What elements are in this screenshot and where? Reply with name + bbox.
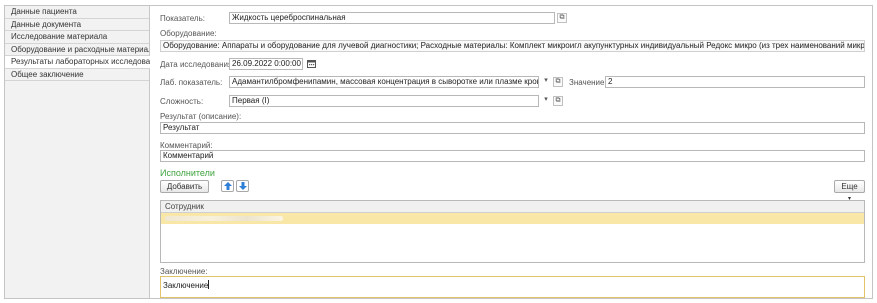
- lab-indicator-field[interactable]: Адамантилбромфенипамин, массовая концент…: [229, 76, 539, 88]
- complexity-label: Сложность:: [160, 97, 204, 106]
- nav-item-equipment[interactable]: Оборудование и расходные материалы: [5, 44, 149, 56]
- lab-indicator-open-form-icon[interactable]: ⧉: [553, 77, 563, 87]
- nav-item-patient-data[interactable]: Данные пациента: [5, 6, 149, 19]
- document-form: Данные пациента Данные документа Исследо…: [4, 5, 873, 299]
- more-button[interactable]: Еще ▾: [834, 180, 865, 202]
- indicator-label: Показатель:: [160, 14, 205, 23]
- move-up-button[interactable]: [221, 180, 234, 192]
- value-field[interactable]: 2: [605, 76, 865, 88]
- conclusion-field[interactable]: Заключение: [160, 276, 865, 298]
- comment-label: Комментарий:: [160, 141, 213, 150]
- equipment-label: Оборудование:: [160, 29, 217, 38]
- result-label: Результат (описание):: [160, 112, 242, 121]
- equipment-field: Оборудование: Аппараты и оборудование дл…: [160, 40, 865, 52]
- arrow-down-icon: [239, 182, 247, 190]
- nav-item-document-data[interactable]: Данные документа: [5, 19, 149, 31]
- complexity-dropdown-arrow-icon[interactable]: ▾: [541, 96, 551, 106]
- performers-table: Сотрудник: [160, 200, 865, 263]
- conclusion-label: Заключение:: [160, 267, 208, 276]
- complexity-field[interactable]: Первая (I): [229, 95, 539, 107]
- column-header-employee[interactable]: Сотрудник: [161, 201, 864, 213]
- left-navigation: Данные пациента Данные документа Исследо…: [5, 6, 150, 298]
- complexity-open-form-icon[interactable]: ⧉: [553, 96, 563, 106]
- nav-item-material-study[interactable]: Исследование материала: [5, 31, 149, 44]
- text-cursor: [208, 280, 210, 289]
- more-label: Еще: [841, 182, 858, 191]
- redacted-employee-name: [165, 216, 283, 221]
- study-date-field[interactable]: 26.09.2022 0:00:00: [229, 58, 303, 70]
- result-field[interactable]: Результат: [160, 122, 865, 134]
- value-label: Значение:: [569, 78, 607, 87]
- arrow-up-icon: [224, 182, 232, 190]
- study-date-label: Дата исследования:: [160, 60, 235, 69]
- table-row[interactable]: [161, 213, 864, 224]
- main-content: Показатель: Жидкость цереброспинальная ⧉…: [151, 6, 872, 298]
- add-performer-button[interactable]: Добавить: [160, 180, 209, 193]
- lab-indicator-label: Лаб. показатель:: [160, 78, 223, 87]
- conclusion-text: Заключение: [163, 281, 209, 290]
- dropdown-arrow-icon[interactable]: ▾: [541, 77, 551, 87]
- nav-item-lab-results[interactable]: Результаты лабораторных исследований: [5, 56, 150, 69]
- calendar-icon[interactable]: [306, 59, 316, 69]
- move-down-button[interactable]: [236, 180, 249, 192]
- nav-item-general-conclusion[interactable]: Общее заключение: [5, 69, 149, 81]
- performers-title: Исполнители: [160, 168, 215, 178]
- open-form-icon[interactable]: ⧉: [557, 13, 567, 23]
- comment-field[interactable]: Комментарий: [160, 150, 865, 162]
- indicator-field[interactable]: Жидкость цереброспинальная: [229, 12, 555, 24]
